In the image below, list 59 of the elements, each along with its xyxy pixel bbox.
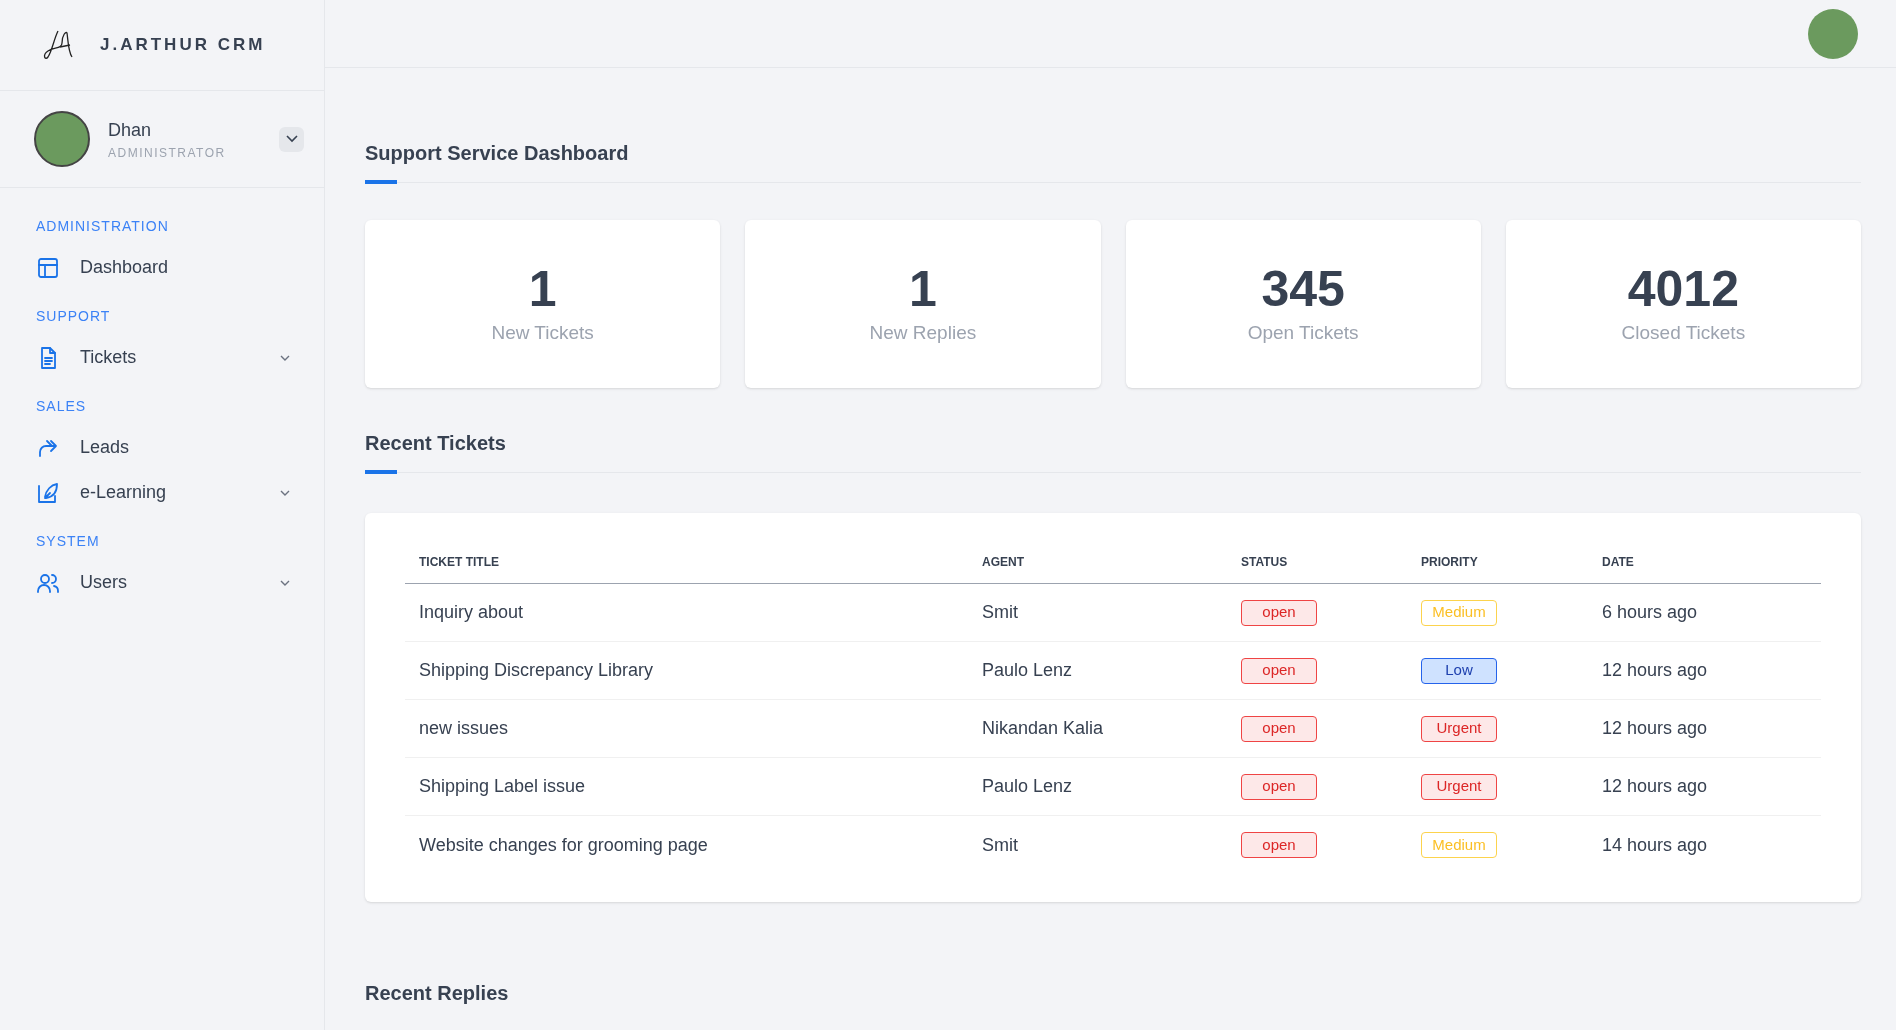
sidebar-item[interactable]: Leads — [0, 425, 324, 470]
sidebar-item[interactable]: Dashboard — [0, 245, 324, 290]
stat-label: Closed Tickets — [1621, 320, 1746, 345]
table-cell-text: Paulo Lenz — [981, 775, 1074, 798]
column-header: STATUS — [1240, 554, 1289, 571]
sidebar-item[interactable]: Tickets — [0, 335, 324, 380]
priority-badge: Urgent — [1421, 715, 1497, 742]
user-role: ADMINISTRATOR — [108, 144, 227, 162]
table-cell-text: 12 hours ago — [1601, 659, 1709, 682]
priority-badge: Urgent — [1421, 773, 1497, 800]
user-name: Dhan — [108, 118, 153, 142]
table-cell-text: Smit — [981, 601, 1019, 624]
section-heading: SUPPORT — [35, 307, 112, 326]
column-header: PRIORITY — [1420, 554, 1479, 571]
pen-in-square-icon — [36, 480, 60, 505]
column-header: AGENT — [981, 554, 1025, 571]
stat-label: New Replies — [869, 320, 977, 345]
brand-name: J.ARTHUR CRM — [100, 34, 266, 57]
table-cell-text: 12 hours ago — [1601, 717, 1709, 740]
priority-badge: Medium — [1421, 832, 1497, 858]
layout-icon — [36, 255, 60, 280]
stat-value: 1 — [528, 260, 557, 317]
section-heading: SYSTEM — [35, 532, 101, 551]
user-menu-button[interactable] — [279, 126, 304, 152]
table-cell-text: 14 hours ago — [1601, 833, 1709, 857]
priority-badge: Low — [1421, 657, 1497, 684]
table-cell-text: Website changes for grooming page — [418, 833, 709, 857]
stat-label: New Tickets — [491, 320, 594, 345]
sidebar-item[interactable]: e-Learning — [0, 470, 324, 515]
status-badge: open — [1241, 599, 1317, 626]
page-title: Support Service Dashboard — [365, 141, 630, 166]
column-header: DATE — [1601, 554, 1635, 571]
avatar — [34, 111, 90, 167]
status-badge: open — [1241, 773, 1317, 800]
table-cell-text: Shipping Label issue — [418, 775, 587, 798]
section-heading: SALES — [35, 397, 88, 416]
table-cell-text: new issues — [418, 717, 510, 740]
stat-label: Open Tickets — [1247, 320, 1359, 345]
table-cell-text: Inquiry about — [418, 601, 525, 624]
status-badge: open — [1241, 715, 1317, 742]
priority-badge: Medium — [1421, 599, 1497, 626]
stat-value: 4012 — [1627, 260, 1739, 317]
sidebar-item[interactable]: Users — [0, 560, 324, 605]
status-badge: open — [1241, 657, 1317, 684]
avatar[interactable] — [1808, 8, 1858, 59]
status-badge: open — [1241, 832, 1317, 858]
section-heading: ADMINISTRATION — [35, 217, 170, 236]
table-cell-text: Paulo Lenz — [981, 659, 1074, 682]
stat-value: 1 — [908, 260, 937, 317]
column-header: TICKET TITLE — [418, 554, 500, 571]
section-title: Recent Replies — [365, 981, 510, 1006]
table-cell-text: 12 hours ago — [1601, 775, 1709, 798]
table-cell-text: Nikandan Kalia — [981, 717, 1105, 740]
table-cell-text: Smit — [981, 833, 1019, 857]
table-cell-text: 6 hours ago — [1601, 601, 1699, 624]
table-cell-text: Shipping Discrepancy Library — [418, 659, 655, 682]
section-title: Recent Tickets — [365, 431, 507, 456]
stat-value: 345 — [1261, 260, 1345, 317]
chevron-down-icon — [285, 135, 298, 143]
